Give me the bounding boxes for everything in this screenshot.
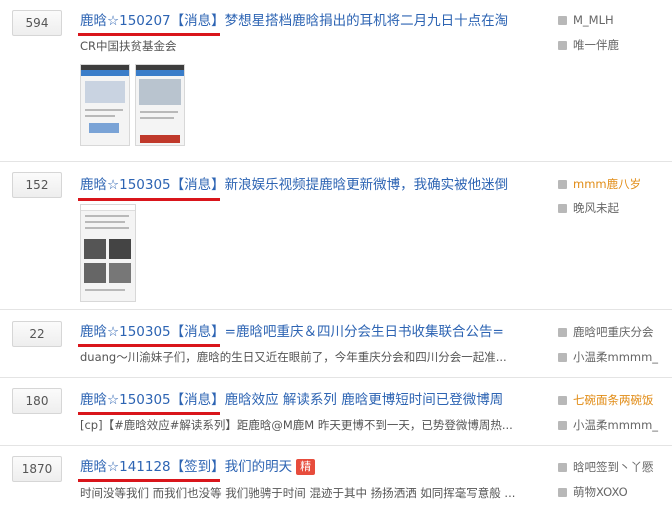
thread-desc: duang～川渝妹子们，鹿晗的生日又近在眼前了，今年重庆分会和四川分会一起准..…	[80, 350, 507, 364]
last-reply-user[interactable]: 唯一伴鹿	[558, 37, 619, 53]
thread-author[interactable]: 鹿晗吧重庆分会	[558, 324, 654, 340]
user-icon	[558, 16, 567, 25]
highlight-underline	[78, 344, 220, 347]
thread-prefix: 鹿晗☆150207【消息】	[80, 13, 225, 29]
user-icon	[558, 180, 567, 189]
user-icon	[558, 328, 567, 337]
thread-row[interactable]: 22 鹿晗☆150305【消息】=鹿晗吧重庆＆四川分会生日书收集联合公告= du…	[0, 310, 672, 374]
last-reply-user[interactable]: 晚风未起	[558, 200, 619, 216]
thread-row[interactable]: 594 鹿晗☆150207【消息】梦想星搭档鹿晗捐出的耳机将二月九日十点在淘 C…	[0, 0, 672, 160]
thread-title-link[interactable]: 鹿晗☆150207【消息】梦想星搭档鹿晗捐出的耳机将二月九日十点在淘	[80, 9, 520, 33]
featured-badge: 精	[296, 459, 316, 475]
comment-icon	[558, 204, 567, 213]
user-icon	[558, 396, 567, 405]
highlight-underline	[78, 412, 220, 415]
thread-row[interactable]: 152 鹿晗☆150305【消息】新浪娱乐视频提鹿晗更新微博，我确实被他迷倒 m…	[0, 162, 672, 306]
thread-desc: CR中国扶贫基金会	[80, 39, 177, 53]
thread-title-link[interactable]: 鹿晗☆150305【消息】=鹿晗吧重庆＆四川分会生日书收集联合公告=	[80, 320, 520, 344]
last-reply-user[interactable]: 萌物XOXO	[558, 484, 628, 500]
highlight-underline	[78, 198, 220, 201]
comment-icon	[558, 353, 567, 362]
thread-desc: [cp]【#鹿晗效应#解读系列】距鹿晗@M鹿M 昨天更博不到一天，已势登微博周热…	[80, 418, 513, 432]
thread-author[interactable]: 七碗面条两碗饭	[558, 392, 654, 408]
thumbnail-image[interactable]	[135, 64, 185, 146]
thread-row[interactable]: 180 鹿晗☆150305【消息】鹿晗效应 解读系列 鹿晗更博短时间已登微博周 …	[0, 378, 672, 442]
thread-row[interactable]: 1870 鹿晗☆141128【签到】我们的明天精 时间没等我们 而我们也没等 我…	[0, 446, 672, 516]
highlight-underline	[78, 33, 220, 36]
last-reply-user[interactable]: 小温柔mmmm_	[558, 417, 658, 433]
thread-desc: 时间没等我们 而我们也没等 我们驰骋于时间 混迹于其中 扬扬洒洒 如同挥毫写意般…	[80, 486, 516, 500]
thumbnail-image[interactable]	[80, 204, 136, 302]
reply-count: 152	[12, 172, 62, 198]
reply-count: 180	[12, 388, 62, 414]
thread-prefix: 鹿晗☆150305【消息】	[80, 324, 225, 340]
thread-title-link[interactable]: 鹿晗☆150305【消息】鹿晗效应 解读系列 鹿晗更博短时间已登微博周	[80, 388, 520, 412]
thread-author[interactable]: M_MLH	[558, 12, 614, 28]
thread-title: 梦想星搭档鹿晗捐出的耳机将二月九日十点在淘	[224, 13, 509, 29]
comment-icon	[558, 421, 567, 430]
thread-title: =鹿晗吧重庆＆四川分会生日书收集联合公告=	[224, 324, 504, 340]
thread-title: 鹿晗效应 解读系列 鹿晗更博短时间已登微博周	[224, 392, 504, 408]
reply-count: 1870	[12, 456, 62, 482]
thread-title: 我们的明天	[224, 459, 293, 475]
thread-prefix: 鹿晗☆150305【消息】	[80, 392, 225, 408]
thread-author[interactable]: mmm鹿八岁	[558, 176, 641, 192]
reply-count: 594	[12, 10, 62, 36]
thread-title: 新浪娱乐视频提鹿晗更新微博，我确实被他迷倒	[224, 177, 509, 193]
thread-title-link[interactable]: 鹿晗☆141128【签到】我们的明天精	[80, 455, 520, 479]
thread-prefix: 鹿晗☆141128【签到】	[80, 459, 225, 475]
last-reply-user[interactable]: 小温柔mmmm_	[558, 349, 658, 365]
comment-icon	[558, 41, 567, 50]
thread-prefix: 鹿晗☆150305【消息】	[80, 177, 225, 193]
user-icon	[558, 463, 567, 472]
thread-title-link[interactable]: 鹿晗☆150305【消息】新浪娱乐视频提鹿晗更新微博，我确实被他迷倒	[80, 173, 520, 197]
reply-count: 22	[12, 321, 62, 347]
thread-author[interactable]: 晗吧签到丶丫憠	[558, 459, 654, 475]
highlight-underline	[78, 479, 220, 482]
comment-icon	[558, 488, 567, 497]
thumbnail-image[interactable]	[80, 64, 130, 146]
